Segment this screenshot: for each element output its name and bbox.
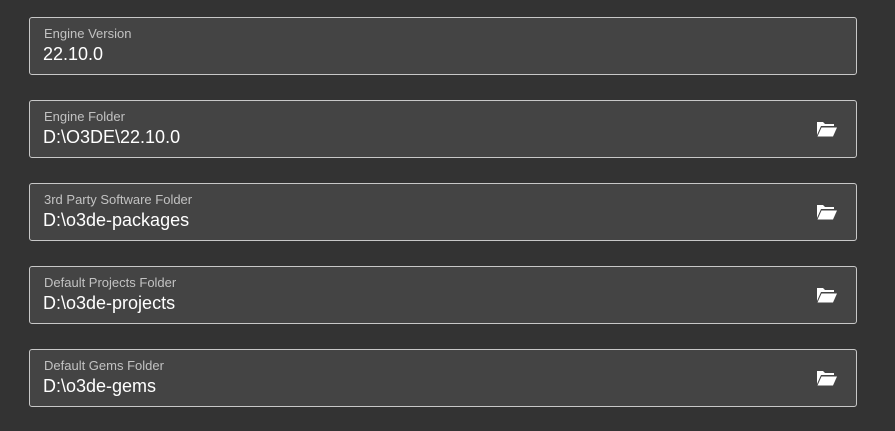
projects-folder-browse-button[interactable] xyxy=(816,286,838,304)
gems-folder-label: Default Gems Folder xyxy=(44,358,164,373)
projects-folder-value[interactable]: D:\o3de-projects xyxy=(43,293,175,314)
engine-folder-browse-button[interactable] xyxy=(816,120,838,138)
third-party-folder-value[interactable]: D:\o3de-packages xyxy=(43,210,189,231)
gems-folder-browse-button[interactable] xyxy=(816,369,838,387)
folder-open-icon xyxy=(817,288,837,303)
third-party-folder-label: 3rd Party Software Folder xyxy=(44,192,193,207)
third-party-folder-browse-button[interactable] xyxy=(816,203,838,221)
engine-folder-value[interactable]: D:\O3DE\22.10.0 xyxy=(43,127,180,148)
engine-version-label: Engine Version xyxy=(44,26,132,41)
engine-version-value[interactable]: 22.10.0 xyxy=(43,44,103,65)
folder-open-icon xyxy=(817,205,837,220)
folder-open-icon xyxy=(817,122,837,137)
engine-settings-panel: Engine Version 22.10.0 Engine Folder D:\… xyxy=(0,0,895,431)
gems-folder-field[interactable]: Default Gems Folder D:\o3de-gems xyxy=(29,349,857,407)
third-party-folder-field[interactable]: 3rd Party Software Folder D:\o3de-packag… xyxy=(29,183,857,241)
gems-folder-value[interactable]: D:\o3de-gems xyxy=(43,376,156,397)
engine-folder-label: Engine Folder xyxy=(44,109,125,124)
folder-open-icon xyxy=(817,371,837,386)
engine-version-field[interactable]: Engine Version 22.10.0 xyxy=(29,17,857,75)
projects-folder-field[interactable]: Default Projects Folder D:\o3de-projects xyxy=(29,266,857,324)
engine-folder-field[interactable]: Engine Folder D:\O3DE\22.10.0 xyxy=(29,100,857,158)
projects-folder-label: Default Projects Folder xyxy=(44,275,177,290)
